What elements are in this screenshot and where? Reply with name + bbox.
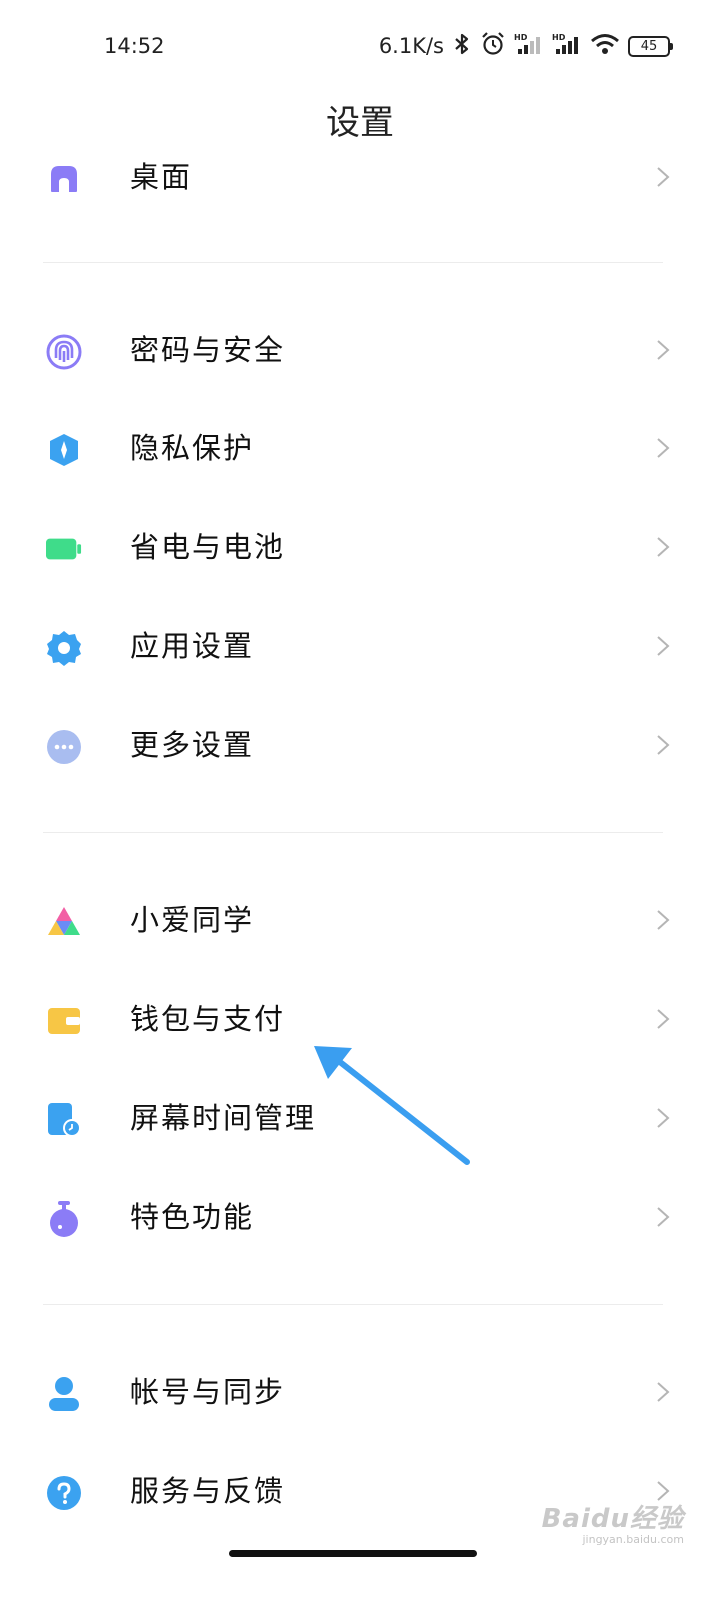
status-bar: 14:52 6.1K/s HD HD 45 (0, 0, 720, 90)
chevron-right-icon (657, 340, 670, 360)
privacy-shield-icon (46, 432, 82, 468)
svg-text:HD: HD (514, 33, 528, 42)
settings-item-label: 更多设置 (130, 728, 255, 762)
settings-item-label: 服务与反馈 (130, 1474, 286, 1508)
settings-item-label: 小爱同学 (130, 903, 255, 937)
battery-icon: 45 (628, 35, 673, 57)
chevron-right-icon (657, 910, 670, 930)
battery-icon (46, 531, 82, 567)
settings-item-label: 特色功能 (130, 1200, 255, 1234)
account-icon (46, 1376, 82, 1412)
xiaoai-icon (46, 904, 82, 940)
settings-item-screen-time[interactable]: 屏幕时间管理 (0, 1069, 720, 1167)
network-speed: 6.1K/s (378, 34, 444, 58)
chevron-right-icon (657, 636, 670, 656)
wifi-icon (590, 32, 620, 60)
screen-time-icon (46, 1102, 82, 1138)
bluetooth-icon (452, 32, 472, 60)
wallet-icon (46, 1003, 82, 1039)
settings-item-features[interactable]: 特色功能 (0, 1168, 720, 1266)
settings-item-label: 省电与电池 (130, 530, 286, 564)
settings-item-more-settings[interactable]: 更多设置 (0, 696, 720, 794)
chevron-right-icon (657, 167, 670, 187)
settings-item-xiaoai[interactable]: 小爱同学 (0, 871, 720, 969)
section-divider (43, 832, 663, 833)
watermark: Baidu经验 jingyan.baidu.com (542, 1498, 684, 1546)
help-icon (46, 1475, 82, 1511)
chevron-right-icon (657, 1382, 670, 1402)
settings-item-battery[interactable]: 省电与电池 (0, 498, 720, 596)
home-indicator[interactable] (229, 1550, 477, 1557)
settings-item-label: 屏幕时间管理 (130, 1101, 317, 1135)
feature-icon (46, 1201, 82, 1237)
settings-item-wallet-payment[interactable]: 钱包与支付 (0, 970, 720, 1068)
section-divider (43, 262, 663, 263)
settings-item-label: 帐号与同步 (130, 1375, 286, 1409)
hd-signal-icon: HD (552, 32, 582, 60)
settings-item-label: 应用设置 (130, 629, 255, 663)
settings-item-privacy[interactable]: 隐私保护 (0, 399, 720, 497)
chevron-right-icon (657, 1108, 670, 1128)
settings-item-label: 隐私保护 (130, 431, 255, 465)
alarm-icon (480, 31, 506, 61)
chevron-right-icon (657, 537, 670, 557)
status-time: 14:52 (104, 34, 165, 58)
section-divider (43, 1304, 663, 1305)
settings-item-label: 桌面 (130, 160, 193, 194)
watermark-logo: Baidu经验 (541, 1504, 684, 1534)
svg-text:HD: HD (552, 33, 566, 42)
chevron-right-icon (657, 1009, 670, 1029)
settings-item-password-security[interactable]: 密码与安全 (0, 301, 720, 399)
fingerprint-icon (46, 334, 82, 370)
status-icons: 6.1K/s HD HD 45 (378, 31, 673, 61)
settings-item-desktop[interactable]: 桌面 (0, 128, 720, 226)
chevron-right-icon (657, 735, 670, 755)
settings-item-label: 钱包与支付 (130, 1002, 286, 1036)
gear-icon (46, 630, 82, 666)
more-icon (46, 729, 82, 765)
chevron-right-icon (657, 438, 670, 458)
settings-item-label: 密码与安全 (130, 333, 286, 367)
chevron-right-icon (657, 1207, 670, 1227)
settings-item-account-sync[interactable]: 帐号与同步 (0, 1343, 720, 1441)
settings-item-app-settings[interactable]: 应用设置 (0, 597, 720, 695)
home-icon (46, 161, 82, 197)
hd-signal-icon: HD (514, 32, 544, 60)
